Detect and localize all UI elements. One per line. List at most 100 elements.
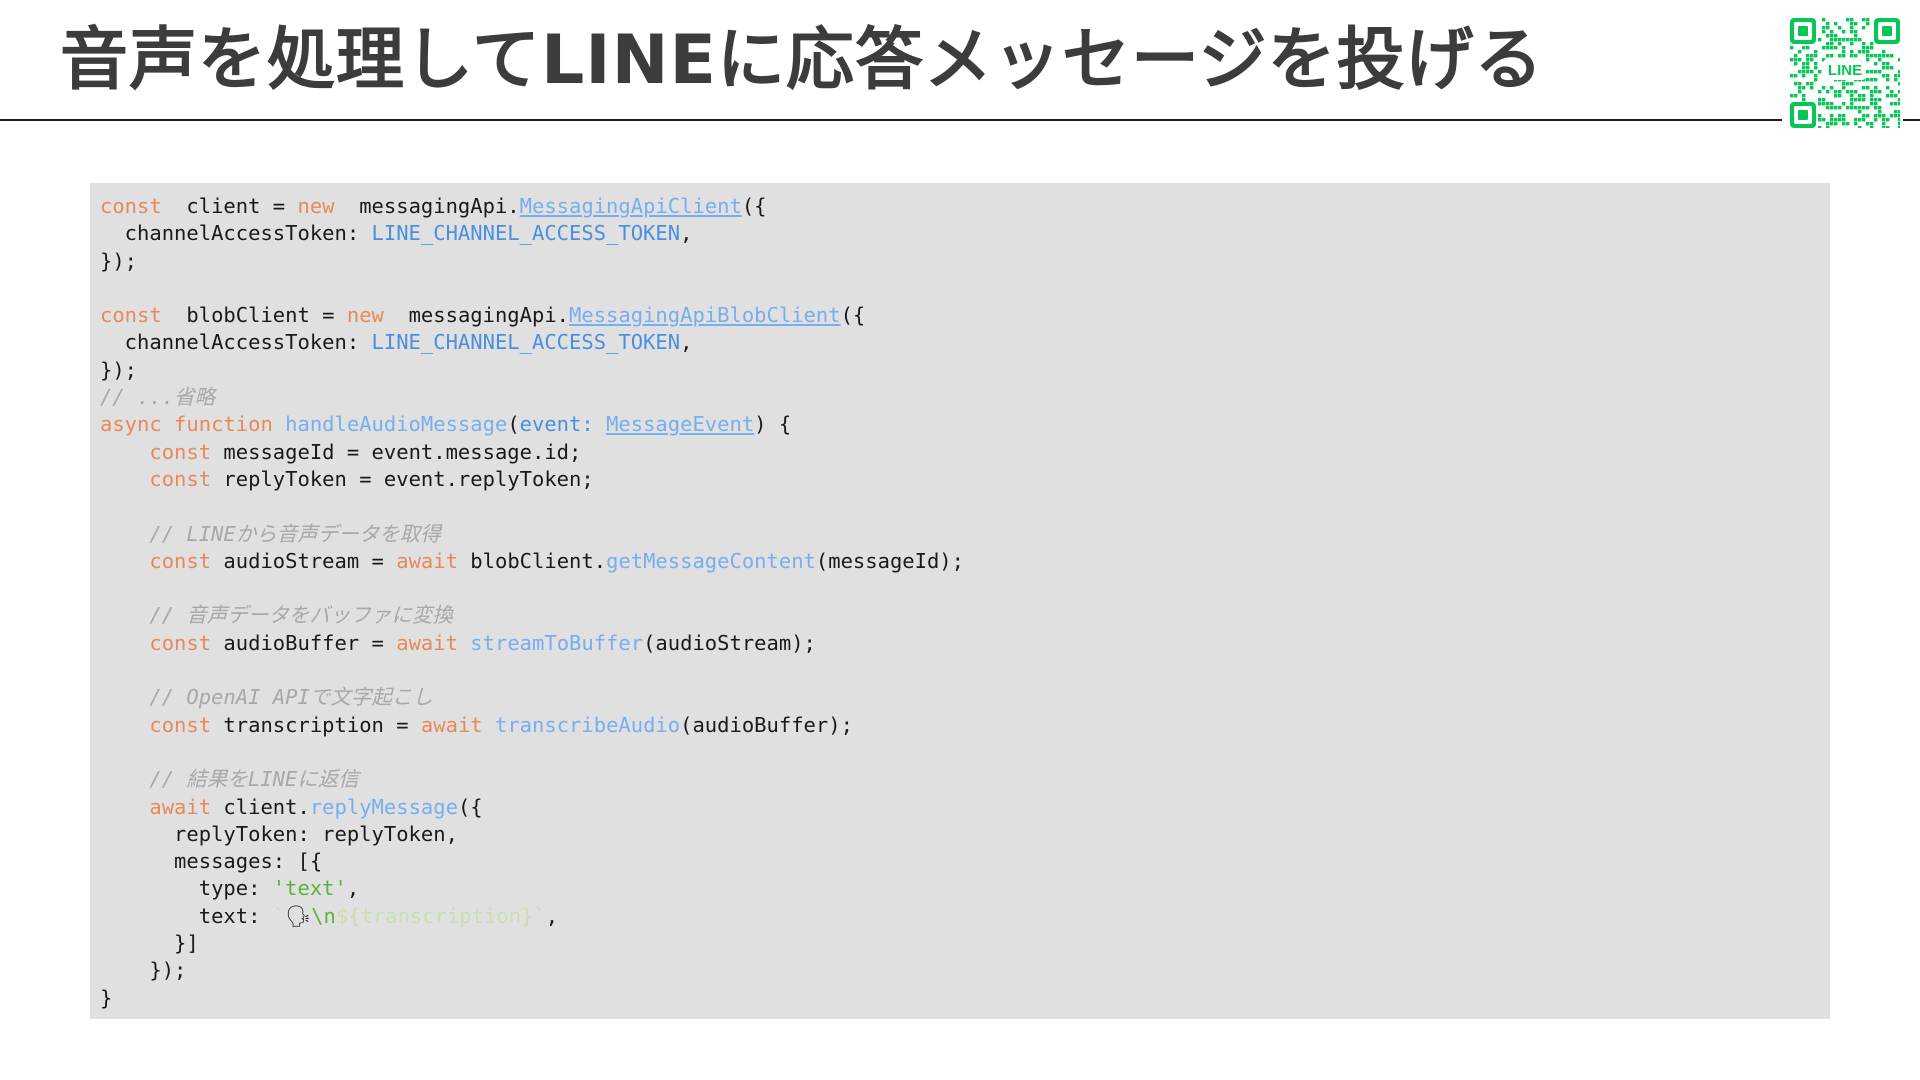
code-token: LINE_CHANNEL_ACCESS_TOKEN	[371, 330, 681, 355]
code-line: // OpenAI APIで文字起こし	[100, 684, 1830, 711]
title-divider-end	[1903, 119, 1920, 121]
code-token: // OpenAI APIで文字起こし	[149, 685, 433, 710]
code-token: getMessageContent	[606, 548, 816, 573]
code-token: (	[507, 412, 520, 437]
code-line: // 音声データをバッファに変換	[100, 602, 1830, 629]
code-token: });	[100, 958, 187, 983]
code-token: (messageId);	[815, 548, 964, 573]
code-token: replyToken = event.replyToken;	[211, 466, 594, 491]
code-token: client.	[211, 794, 310, 819]
code-token: });	[100, 248, 138, 273]
code-token: (audioBuffer);	[680, 712, 853, 737]
code-token: ,	[680, 221, 693, 246]
code-token: const	[100, 194, 162, 218]
code-token: await	[420, 712, 483, 737]
code-token: replyToken: replyToken,	[100, 821, 458, 846]
code-line: const client = new messagingApi.Messagin…	[100, 193, 1830, 220]
code-line: const blobClient = new messagingApi.Mess…	[100, 302, 1830, 329]
code-token: audioStream =	[211, 548, 397, 573]
code-token: replyMessage	[309, 794, 458, 819]
title-divider	[0, 119, 1782, 121]
code-token: text:	[100, 903, 273, 928]
code-token: type:	[100, 876, 273, 901]
code-token: transcribeAudio	[494, 712, 681, 737]
code-token: messages: [{	[100, 849, 323, 874]
code-token: });	[100, 357, 138, 382]
code-line: replyToken: replyToken,	[100, 821, 1830, 848]
code-line: // 結果をLINEに返信	[100, 766, 1830, 793]
code-token: const	[100, 303, 162, 328]
code-token: MessageEvent	[606, 412, 755, 437]
code-token: // 音声データをバッファに変換	[149, 603, 453, 628]
code-line: channelAccessToken: LINE_CHANNEL_ACCESS_…	[100, 329, 1830, 356]
code-token: const	[149, 548, 212, 573]
code-token: // ...省略	[100, 385, 216, 410]
code-token: async function	[100, 412, 273, 437]
code-line: const audioStream = await blobClient.get…	[100, 548, 1830, 575]
code-token: ${transcription}`	[335, 903, 546, 928]
code-token: ({	[741, 194, 767, 218]
code-token: transcription =	[211, 712, 421, 737]
code-token: // 結果をLINEに返信	[149, 767, 359, 792]
code-line: const audioBuffer = await streamToBuffer…	[100, 630, 1830, 657]
code-token: audioBuffer =	[211, 630, 397, 655]
code-token: blobClient =	[161, 303, 347, 328]
code-token: ,	[680, 330, 693, 355]
code-token: 🗣	[285, 903, 312, 928]
code-token: (audioStream);	[643, 630, 816, 655]
code-line: });	[100, 357, 1830, 384]
code-token: `	[272, 903, 286, 928]
code-token: new	[346, 303, 384, 328]
code-token: }	[100, 985, 113, 1010]
code-line: async function handleAudioMessage(event:…	[100, 411, 1830, 438]
slide-title: 音声を処理してLINEに応答メッセージを投げる	[60, 21, 1544, 100]
code-token: }]	[100, 931, 199, 956]
code-token: messagingApi.	[383, 303, 570, 328]
code-token: channelAccessToken:	[100, 221, 372, 246]
code-line: });	[100, 957, 1830, 984]
code-line: }	[100, 985, 1830, 1012]
code-token: messagingApi.	[334, 194, 520, 218]
code-line: });	[100, 248, 1830, 275]
code-line: messages: [{	[100, 848, 1830, 875]
code-token: ,	[346, 876, 360, 901]
code-token: MessagingApiClient	[519, 194, 742, 218]
code-token: const	[149, 439, 212, 464]
code-token: LINE_CHANNEL_ACCESS_TOKEN	[371, 221, 681, 246]
code-token: \n	[311, 903, 336, 928]
code-token: ({	[457, 794, 483, 819]
code-line: type: 'text',	[100, 875, 1830, 902]
code-token: ({	[840, 303, 866, 328]
code-token: await	[396, 548, 458, 573]
code-token: blobClient.	[457, 548, 607, 573]
code-line: await client.replyMessage({	[100, 794, 1830, 821]
code-line: // ...省略	[100, 384, 1830, 411]
code-token: ) {	[754, 412, 792, 437]
code-token: 'text'	[272, 876, 347, 901]
code-line: const messageId = event.message.id;	[100, 439, 1830, 466]
code-token: const	[149, 630, 212, 655]
code-line: }]	[100, 930, 1830, 957]
code-token: channelAccessToken:	[100, 330, 372, 355]
code-token: streamToBuffer	[470, 630, 644, 655]
code-token: new	[297, 194, 335, 218]
code-token: const	[149, 466, 212, 491]
code-line: text: `🗣\n${transcription}`,	[100, 903, 1830, 930]
